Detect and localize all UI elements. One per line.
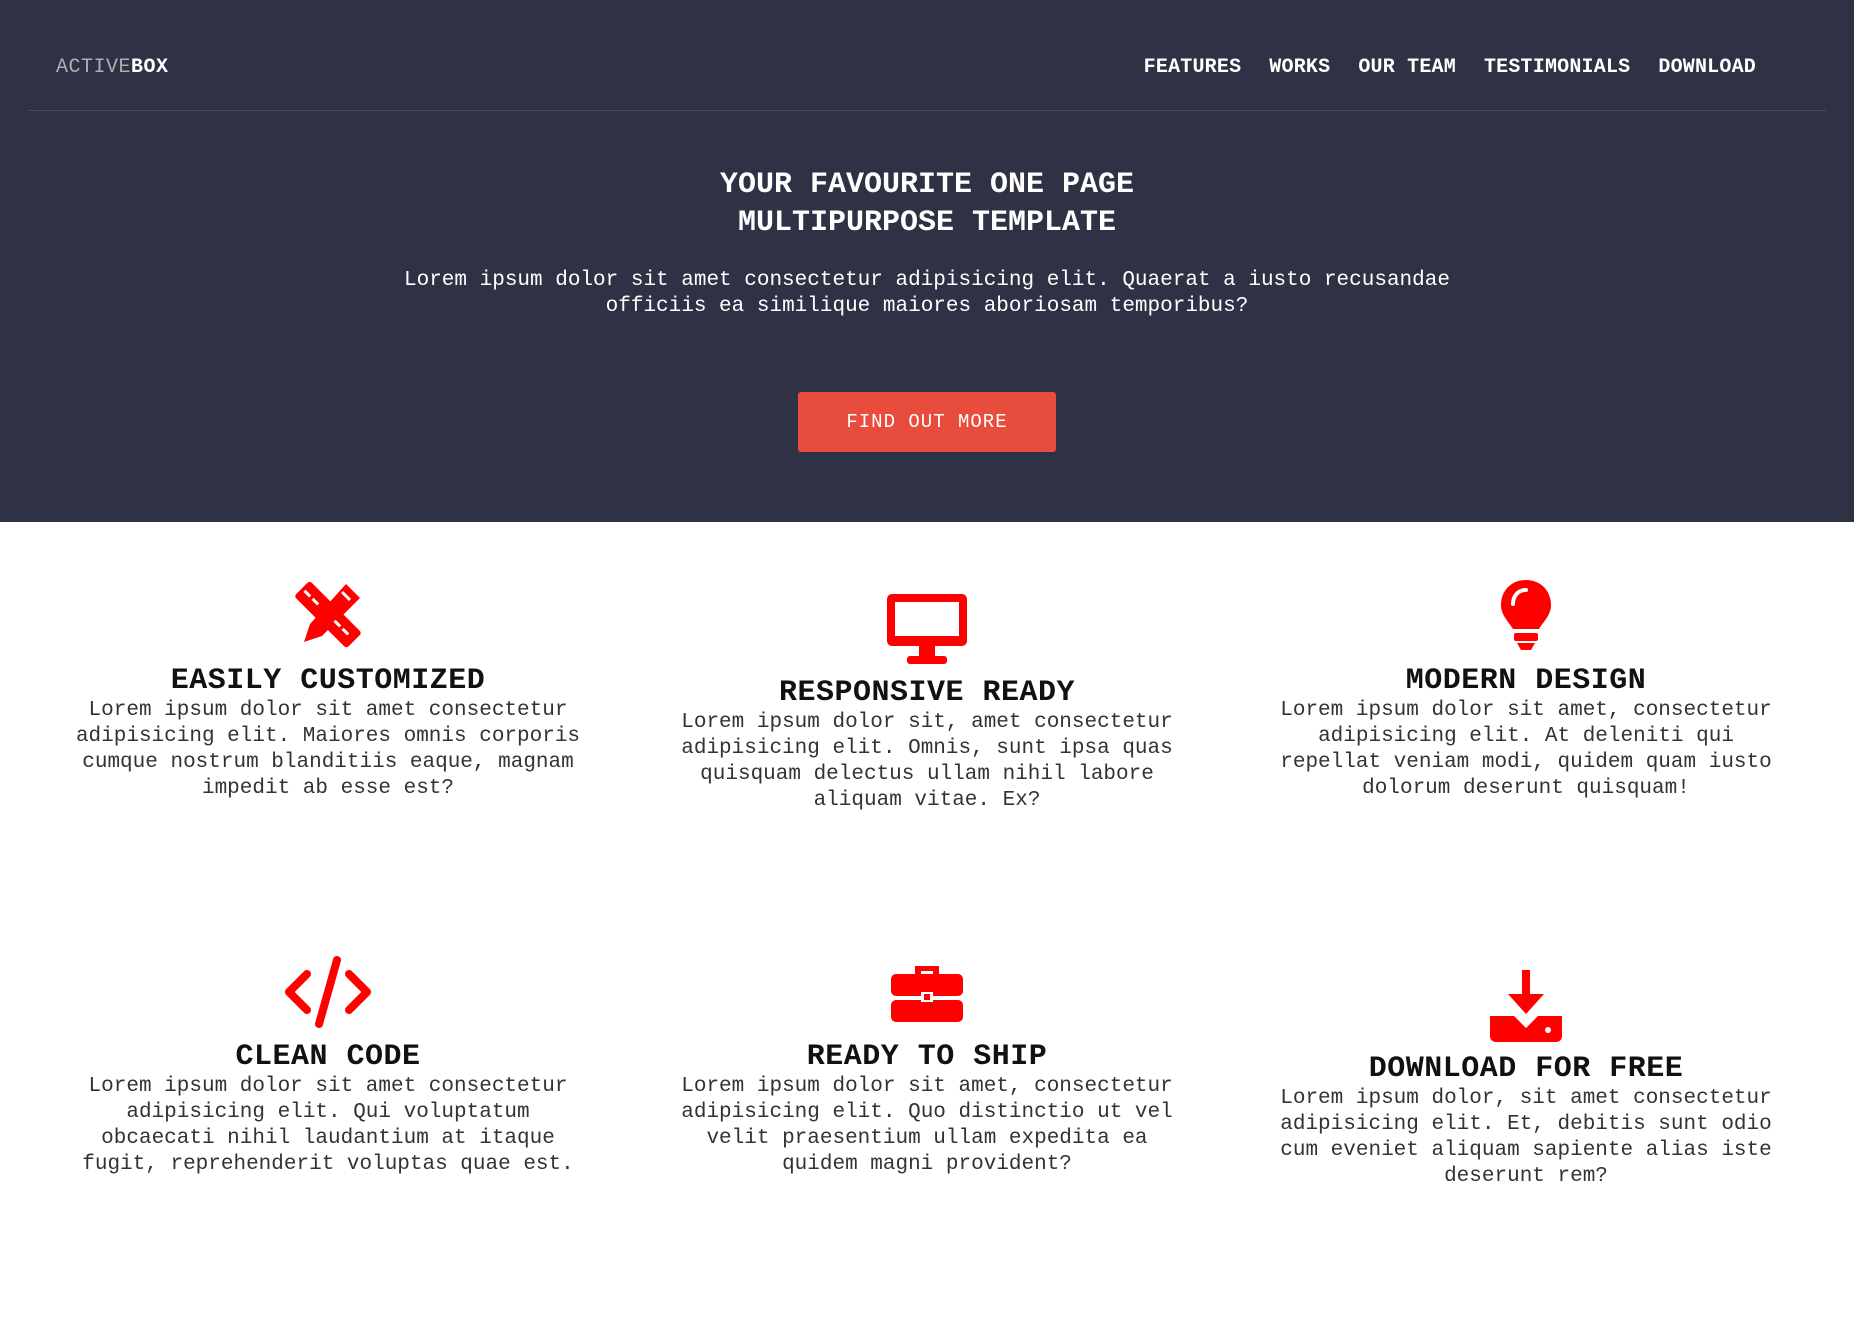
features-section: EASILY CUSTOMIZED Lorem ipsum dolor sit …	[0, 522, 1854, 1329]
feature-title: DOWNLOAD FOR FREE	[1368, 1052, 1684, 1086]
hero-title-line2: MULTIPURPOSE TEMPLATE	[737, 206, 1117, 240]
hero-title-line1: YOUR FAVOURITE ONE PAGE	[719, 168, 1135, 202]
nav-our-team[interactable]: OUR TEAM	[1358, 56, 1456, 79]
hero-title: YOUR FAVOURITE ONE PAGE MULTIPURPOSE TEM…	[0, 166, 1854, 242]
nav-download[interactable]: DOWNLOAD	[1658, 56, 1756, 79]
desktop-icon	[887, 594, 967, 664]
download-icon	[1490, 970, 1562, 1042]
hero-section: ACTIVEBOX FEATURES WORKS OUR TEAM TESTIM…	[0, 0, 1854, 522]
brand-part1: ACTIVE	[56, 56, 132, 79]
feature-ready-to-ship: READY TO SHIP Lorem ipsum dolor sit amet…	[647, 956, 1207, 1178]
feature-title: RESPONSIVE READY	[778, 676, 1076, 710]
feature-text: Lorem ipsum dolor sit amet, consectetur …	[681, 1075, 1173, 1176]
feature-title: CLEAN CODE	[235, 1040, 421, 1074]
pencil-ruler-icon	[295, 581, 361, 648]
brand-logo[interactable]: ACTIVEBOX	[56, 56, 169, 79]
nav-testimonials[interactable]: TESTIMONIALS	[1484, 56, 1630, 79]
lightbulb-icon	[1501, 580, 1551, 650]
main-nav: FEATURES WORKS OUR TEAM TESTIMONIALS DOW…	[1144, 56, 1756, 79]
brand-part2: BOX	[131, 56, 169, 79]
feature-text: Lorem ipsum dolor sit amet, consectetur …	[1280, 699, 1772, 800]
feature-title: MODERN DESIGN	[1405, 664, 1647, 698]
hero-subtitle: Lorem ipsum dolor sit amet consectetur a…	[404, 269, 1450, 318]
nav-works[interactable]: WORKS	[1269, 56, 1330, 79]
code-icon	[285, 956, 371, 1028]
feature-text: Lorem ipsum dolor sit amet consectetur a…	[75, 699, 581, 800]
feature-clean-code: CLEAN CODE Lorem ipsum dolor sit amet co…	[48, 956, 608, 1178]
feature-download-for-free: DOWNLOAD FOR FREE Lorem ipsum dolor, sit…	[1246, 970, 1806, 1190]
briefcase-icon	[891, 966, 963, 1022]
feature-title: EASILY CUSTOMIZED	[170, 664, 486, 698]
navbar: ACTIVEBOX FEATURES WORKS OUR TEAM TESTIM…	[28, 0, 1826, 111]
feature-text: Lorem ipsum dolor, sit amet consectetur …	[1280, 1087, 1772, 1188]
feature-responsive-ready: RESPONSIVE READY Lorem ipsum dolor sit, …	[647, 594, 1207, 814]
feature-text: Lorem ipsum dolor sit amet consectetur a…	[82, 1075, 574, 1176]
feature-title: READY TO SHIP	[806, 1040, 1048, 1074]
feature-easily-customized: EASILY CUSTOMIZED Lorem ipsum dolor sit …	[48, 580, 608, 802]
feature-modern-design: MODERN DESIGN Lorem ipsum dolor sit amet…	[1246, 580, 1806, 802]
find-out-more-button[interactable]: FIND OUT MORE	[798, 392, 1056, 452]
nav-features[interactable]: FEATURES	[1144, 56, 1242, 79]
feature-text: Lorem ipsum dolor sit, amet consectetur …	[681, 711, 1173, 812]
